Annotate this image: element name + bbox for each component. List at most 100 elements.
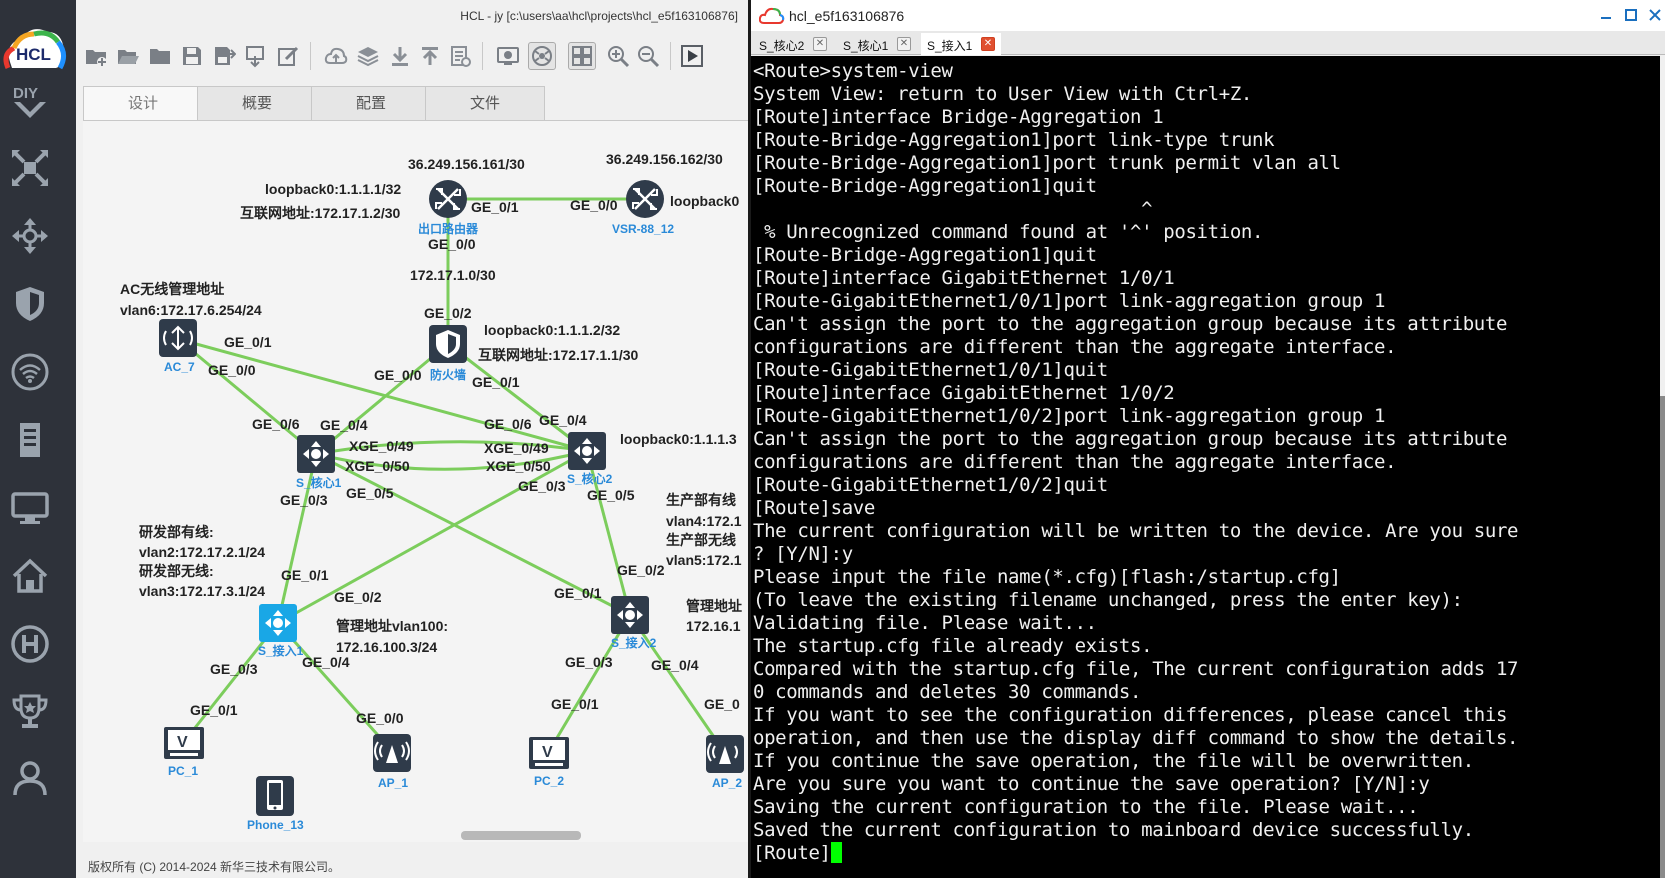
port-label: GE_0/2 [334,589,382,605]
ap2-device[interactable] [706,735,744,773]
ap2-label: AP_2 [712,776,742,790]
terminal-line: [Route-GigabitEthernet1/0/1]port link-ag… [753,290,1386,312]
terminal-scrollbar[interactable] [1660,56,1665,878]
terminal-line: Saved the current configuration to mainb… [753,819,1474,841]
ac-device[interactable] [159,319,197,357]
network-icon[interactable] [528,42,556,70]
topology-canvas[interactable]: V V 出口路由器 VSR-88_12 AC_7 防火墙 S_核心1 S_核心2… [83,120,748,842]
cloud-upload-icon[interactable] [322,42,350,70]
core1-label: S_核心1 [296,475,342,490]
port-label: GE_0/2 [424,305,472,321]
tab-core2[interactable]: S_核心2 ✕ [753,33,833,55]
monitor-icon[interactable] [8,486,52,530]
close-tab-icon[interactable]: ✕ [813,37,827,51]
port-label: GE_0/3 [210,661,258,677]
terminal-prompt-line[interactable]: [Route] [753,842,1660,865]
server-icon[interactable] [8,418,52,462]
wifi-icon[interactable] [8,350,52,394]
terminal-scroll-thumb[interactable] [1660,396,1665,878]
terminal-line: [Route-Bridge-Aggregation1]port link-typ… [753,129,1275,151]
prod-wired-label: 生产部有线 [666,492,736,508]
terminal-line: Can't assign the port to the aggregation… [753,428,1508,450]
terminal-line: The current configuration will be writte… [753,520,1519,542]
tab-config[interactable]: 配置 [311,86,431,120]
hcl-logo: HCL [2,24,68,76]
router-device[interactable] [429,180,467,218]
h3c-icon[interactable] [8,622,52,666]
close-tab-icon[interactable]: ✕ [981,37,995,51]
topology-icon[interactable] [8,146,52,190]
grid-icon[interactable] [568,42,596,70]
pc1-label: PC_1 [168,764,198,778]
report-icon[interactable] [446,42,474,70]
save-as-icon[interactable] [210,42,238,70]
download-icon[interactable] [386,42,414,70]
port-label: GE_0/1 [190,702,238,718]
zoom-in-icon[interactable] [604,42,632,70]
folder-icon[interactable] [146,42,174,70]
link-net-label: 172.17.1.0/30 [410,267,496,283]
diy-icon[interactable]: DIY [8,80,52,124]
terminal-title-bar: hcl_e5f163106876 [751,0,1665,31]
maximize-icon[interactable] [1621,5,1641,25]
user-icon[interactable] [8,756,52,800]
terminal-window: hcl_e5f163106876 S_核心2 ✕ S_核心1 ✕ S_接入1 ✕… [748,0,1665,878]
isp-ip1-label: 36.249.156.161/30 [408,156,525,172]
trophy-icon[interactable] [8,690,52,734]
ap1-device[interactable] [373,734,411,772]
zoom-out-icon[interactable] [634,42,662,70]
access2-label: S_接入2 [611,635,657,650]
tab-access1[interactable]: S_接入1 ✕ [921,33,1001,55]
port-label: XGE_0/50 [345,458,410,474]
mgmt-title-label: 管理地址vlan100: [336,618,448,634]
link-ac-core1 [177,337,317,456]
close-icon[interactable] [1645,5,1665,25]
access2-device[interactable] [611,596,649,634]
terminal-line: Saving the current configuration to the … [753,796,1419,818]
terminal-line: configurations are different than the ag… [753,451,1397,473]
pc2-label: PC_2 [534,774,564,788]
terminal-line: [Route-GigabitEthernet1/0/2]quit [753,474,1108,496]
export-icon[interactable] [242,42,270,70]
new-project-icon[interactable] [82,42,110,70]
terminal-tabs: S_核心2 ✕ S_核心1 ✕ S_接入1 ✕ [751,31,1665,55]
core1-device[interactable] [297,435,335,473]
access1-device[interactable] [259,604,297,642]
canvas-scrollbar[interactable] [461,831,581,840]
tab-overview[interactable]: 概要 [197,86,317,120]
terminal-lines: <Route>system-view System View: return to… [753,60,1660,842]
home-icon[interactable] [8,554,52,598]
edit-icon[interactable] [274,42,302,70]
core2-device[interactable] [568,432,606,470]
firewall-device[interactable] [429,325,467,363]
terminal-output[interactable]: <Route>system-view System View: return to… [751,56,1660,878]
hcl-cloud-icon [759,7,785,24]
terminal-line: Can't assign the port to the aggregation… [753,313,1508,335]
mgmt2-ip-label: 172.16.1 [686,618,741,634]
play-icon[interactable] [678,42,706,70]
pc1-device[interactable]: V [164,727,204,759]
capture-icon[interactable] [494,42,522,70]
tab-design[interactable]: 设计 [83,86,203,120]
terminal-line: (To leave the existing filename unchange… [753,589,1463,611]
hcl-window-title: HCL - jy [c:\users\aa\hcl\projects\hcl_e… [460,9,738,23]
vsr-device[interactable] [626,180,664,218]
terminal-title: hcl_e5f163106876 [789,8,905,24]
tab-core1[interactable]: S_核心1 ✕ [837,33,917,55]
pc2-device[interactable]: V [529,737,569,769]
shield-icon[interactable] [8,282,52,326]
save-icon[interactable] [178,42,206,70]
terminal-line: Please input the file name(*.cfg)[flash:… [753,566,1341,588]
open-project-icon[interactable] [114,42,142,70]
close-tab-icon[interactable]: ✕ [897,37,911,51]
terminal-line: [Route-GigabitEthernet1/0/2]port link-ag… [753,405,1386,427]
rd-vlan3-label: vlan3:172.17.3.1/24 [139,583,265,599]
move-icon[interactable] [8,214,52,258]
upload-icon[interactable] [416,42,444,70]
tab-files[interactable]: 文件 [425,86,545,120]
layers-icon[interactable] [354,42,382,70]
port-label: GE_0/2 [617,562,665,578]
minimize-icon[interactable] [1596,5,1616,25]
text-cursor [830,842,842,863]
phone-device[interactable] [256,776,294,816]
